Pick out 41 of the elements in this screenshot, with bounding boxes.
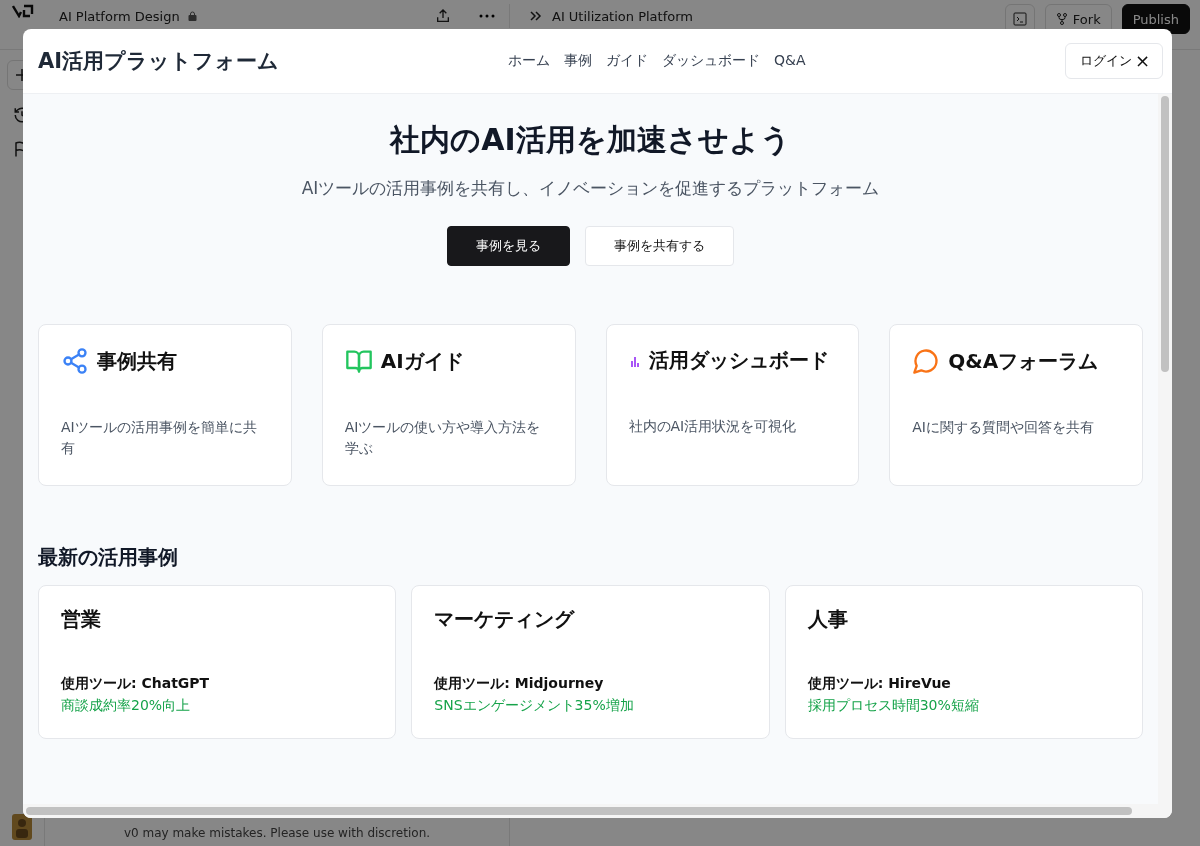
project-title: AI Platform Design (59, 8, 180, 24)
expand-icon[interactable] (530, 10, 542, 22)
hero-button[interactable]: 事例を見る (447, 226, 570, 266)
logo-icon[interactable] (11, 4, 34, 18)
more-icon[interactable] (479, 14, 495, 18)
nav-link[interactable]: ホーム (508, 52, 550, 70)
result-text: SNSエンゲージメント35%増加 (434, 697, 635, 715)
feature-description: AIツールの使い方や導入方法を学ぶ (344, 418, 542, 458)
feature-description: AIツールの活用事例を簡単に共有 (61, 418, 258, 458)
nav-link[interactable]: 事例 (564, 52, 592, 70)
lock-icon (187, 11, 197, 21)
hero-button[interactable]: 事例を共有する (585, 226, 734, 266)
hero-title: 社内のAI活用を加速させよう (390, 121, 791, 159)
feature-title: AIガイド (380, 347, 464, 375)
result-text: 採用プロセス時間30%短縮 (807, 697, 980, 715)
tool-label: 使用ツール: ChatGPT (61, 675, 211, 693)
terminal-icon (1012, 12, 1027, 26)
nav-link[interactable]: ガイド (606, 52, 648, 70)
feature-description: AIに関する質問や回答を共有 (912, 418, 1095, 437)
feature-title: Q&Aフォーラム (948, 347, 1099, 375)
feature-title: 事例共有 (97, 347, 177, 375)
avatar-icon[interactable] (12, 814, 32, 840)
fork-icon (1055, 13, 1068, 25)
publish-button[interactable]: Publish (1121, 4, 1190, 34)
nav-link[interactable]: ダッシュボード (662, 52, 760, 70)
feature-description: 社内のAI活用状況を可視化 (628, 417, 798, 436)
tool-label: 使用ツール: HireVue (807, 675, 952, 693)
department-title: マーケティング (434, 606, 576, 633)
preview-title: AI Utilization Platform (552, 8, 693, 24)
department-title: 人事 (807, 606, 849, 633)
section-title: 最新の活用事例 (38, 544, 179, 571)
department-title: 営業 (61, 606, 102, 633)
result-text: 商談成約率20%向上 (61, 697, 192, 715)
site-title: AI活用プラットフォーム (38, 48, 281, 75)
tool-label: 使用ツール: Midjourney (434, 675, 605, 693)
hero-subtitle: AIツールの活用事例を共有し、イノベーションを促進するプラットフォーム (301, 177, 880, 200)
nav-link[interactable]: Q&A (774, 52, 806, 70)
feature-title: 活用ダッシュボード (648, 347, 829, 374)
share-icon[interactable] (435, 8, 451, 24)
disclaimer-text: v0 may make mistakes. Please use with discretion. (123, 826, 431, 840)
close-button[interactable]: × (1134, 51, 1150, 71)
